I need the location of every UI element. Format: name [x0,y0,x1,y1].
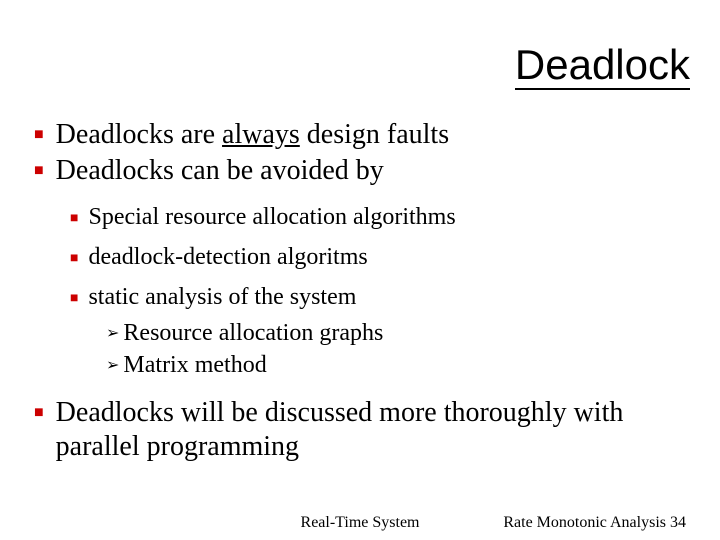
bullet-text: Deadlocks are always design faults [56,118,449,152]
bullet-level2: ■ Special resource allocation algorithms [70,202,690,232]
bullet-text: Special resource allocation algorithms [88,202,455,232]
bullet-level2: ■ static analysis of the system [70,282,690,312]
bullet-level1: ■ Deadlocks are always design faults [34,118,690,152]
slide-title: Deadlock [515,44,690,90]
text-fragment: design faults [300,119,449,150]
square-bullet-icon: ■ [34,127,44,143]
arrow-bullet-icon: ➢ [106,356,119,376]
bullet-text: Deadlocks will be discussed more thoroug… [56,396,690,464]
bullet-text: Matrix method [123,350,266,380]
text-fragment: Deadlocks are [56,119,222,150]
square-bullet-icon: ■ [70,250,78,264]
bullet-text: deadlock-detection algoritms [88,242,367,272]
square-bullet-icon: ■ [34,405,44,421]
bullet-text: Resource allocation graphs [123,318,383,348]
square-bullet-icon: ■ [70,290,78,304]
bullet-level3: ➢ Resource allocation graphs [106,318,690,348]
square-bullet-icon: ■ [34,163,44,179]
bullet-text: Deadlocks can be avoided by [56,154,384,188]
bullet-text: static analysis of the system [88,282,356,312]
bullet-level1: ■ Deadlocks can be avoided by [34,154,690,188]
slide: Deadlock ■ Deadlocks are always design f… [0,0,720,540]
underlined-text: always [222,119,300,150]
bullet-level2: ■ deadlock-detection algoritms [70,242,690,272]
slide-content: ■ Deadlocks are always design faults ■ D… [34,118,690,467]
bullet-level3: ➢ Matrix method [106,350,690,380]
footer-right-text: Rate Monotonic Analysis 34 [503,514,686,532]
bullet-level1: ■ Deadlocks will be discussed more thoro… [34,396,690,464]
square-bullet-icon: ■ [70,210,78,224]
arrow-bullet-icon: ➢ [106,324,119,344]
